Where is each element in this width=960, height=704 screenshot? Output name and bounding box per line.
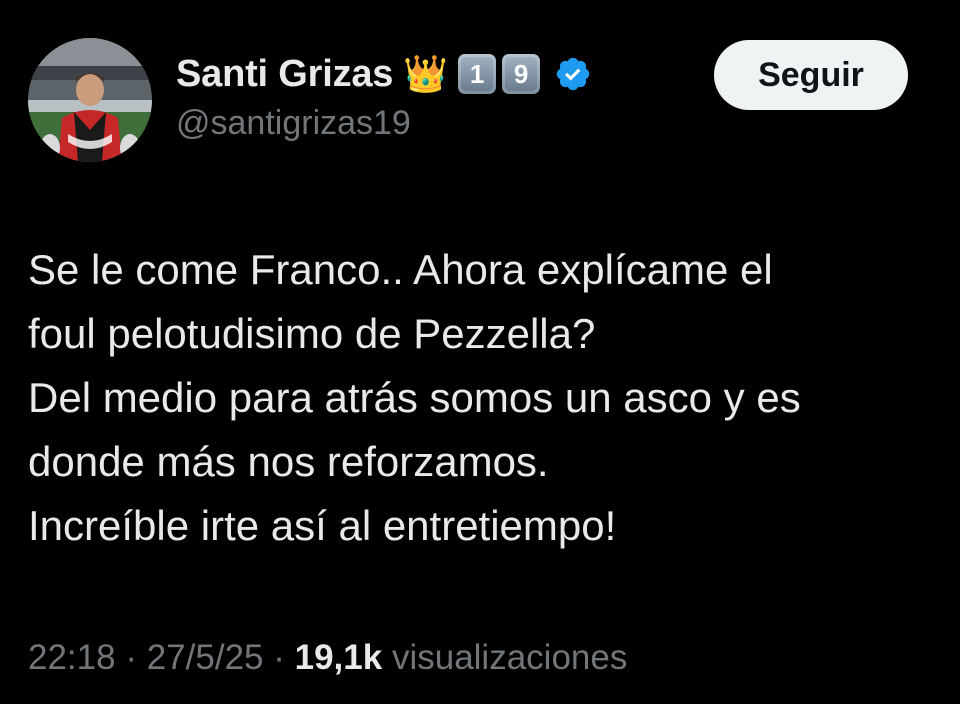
verified-badge-icon[interactable]: [554, 55, 592, 93]
tweet-text-line: Increíble irte así al entretiempo!: [28, 502, 617, 549]
crown-emoji-icon: 👑: [403, 53, 449, 94]
author-handle[interactable]: @santigrizas19: [176, 104, 411, 143]
tweet-text: Se le come Franco.. Ahora explícame el f…: [28, 238, 928, 558]
author-name-row: Santi Grizas 👑 1 9: [176, 48, 592, 100]
follow-button[interactable]: Seguir: [714, 40, 908, 110]
meta-separator: ·: [125, 638, 137, 677]
author-display-name[interactable]: Santi Grizas: [176, 53, 393, 96]
keycap-one-digit: 1: [461, 57, 494, 91]
views-label: visualizaciones: [391, 638, 628, 677]
tweet-date[interactable]: 27/5/25: [147, 638, 264, 677]
avatar[interactable]: [28, 38, 152, 162]
avatar-photo: [28, 38, 152, 162]
keycap-nine-icon: 9: [502, 54, 541, 94]
views-count: 19,1k: [294, 638, 383, 677]
tweet-text-line: Se le come Franco.. Ahora explícame el: [28, 246, 773, 293]
tweet-meta: 22:18 · 27/5/25 · 19,1k visualizaciones: [28, 638, 627, 678]
keycap-one-icon: 1: [458, 54, 497, 94]
keycap-nine-digit: 9: [505, 57, 538, 91]
tweet-card: Santi Grizas 👑 1 9 @santigrizas19 Seguir…: [0, 0, 960, 704]
tweet-text-line: donde más nos reforzamos.: [28, 438, 549, 485]
tweet-time[interactable]: 22:18: [28, 638, 116, 677]
tweet-text-line: Del medio para atrás somos un asco y es: [28, 374, 801, 421]
meta-separator: ·: [273, 638, 285, 677]
tweet-text-line: foul pelotudisimo de Pezzella?: [28, 310, 596, 357]
